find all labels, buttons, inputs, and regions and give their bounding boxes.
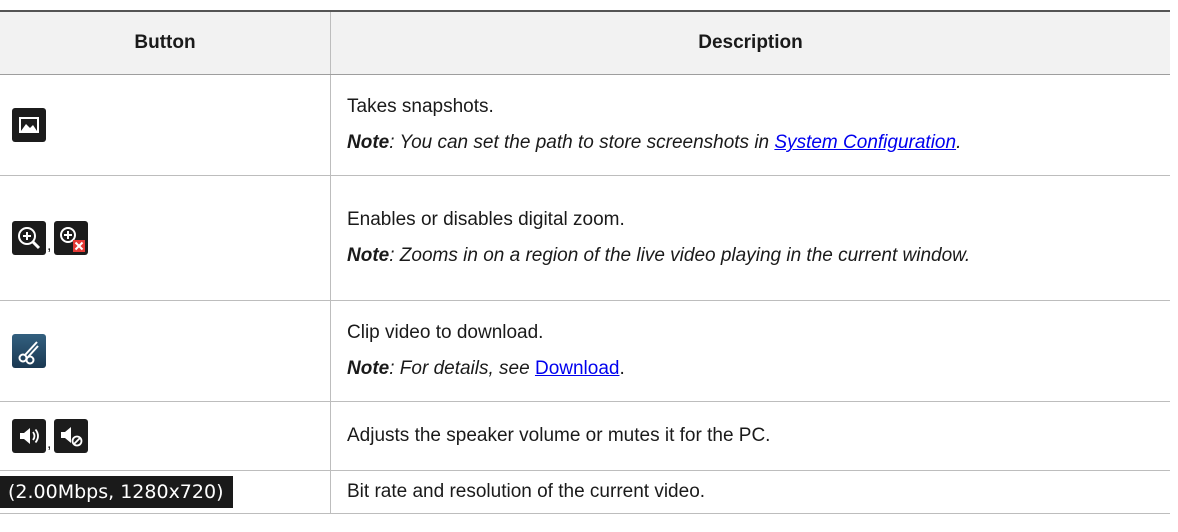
- download-link[interactable]: Download: [535, 358, 620, 379]
- description-text: Clip video to download.: [347, 322, 544, 343]
- table-row: (2.00Mbps, 1280x720) Bit rate and resolu…: [0, 470, 1170, 514]
- description-cell: Bit rate and resolution of the current v…: [330, 470, 1170, 514]
- button-cell: ,: [0, 175, 331, 301]
- system-configuration-link[interactable]: System Configuration: [774, 132, 956, 153]
- description-text: Enables or disables digital zoom.: [347, 209, 625, 230]
- speaker-muted-icon: [54, 419, 89, 453]
- snapshot-icon: [12, 108, 46, 142]
- bitrate-resolution-display: (2.00Mbps, 1280x720): [0, 476, 233, 508]
- description-cell: Enables or disables digital zoom. Note: …: [330, 175, 1170, 301]
- note-tail: .: [956, 132, 962, 153]
- icon-separator: ,: [47, 435, 52, 452]
- description-cell: Takes snapshots. Note: You can set the p…: [330, 74, 1170, 176]
- note-label: Note: [347, 132, 390, 153]
- table-row: Takes snapshots. Note: You can set the p…: [0, 74, 1170, 176]
- button-cell: [0, 74, 331, 176]
- note-tail: .: [619, 358, 625, 379]
- note-text: : You can set the path to store screensh…: [389, 132, 775, 153]
- icon-separator: ,: [47, 237, 52, 254]
- note: Note: You can set the path to store scre…: [347, 131, 1162, 155]
- header-description: Description: [330, 10, 1170, 75]
- note: Note: For details, see Download.: [347, 357, 1162, 381]
- clip-video-icon: [12, 334, 46, 368]
- button-description-table: Button Description Takes snapshots. Note…: [0, 10, 1170, 514]
- zoom-in-icon: [12, 221, 46, 255]
- note-text: : For details, see: [389, 358, 535, 379]
- note-label: Note: [347, 358, 390, 379]
- speaker-icon: [12, 419, 46, 453]
- button-cell: (2.00Mbps, 1280x720): [0, 470, 331, 514]
- description-text: Takes snapshots.: [347, 96, 494, 117]
- zoom-disable-icon: [54, 221, 89, 255]
- table-row: Clip video to download. Note: For detail…: [0, 300, 1170, 402]
- note-text: : Zooms in on a region of the live video…: [389, 245, 971, 266]
- table-row: , Adjusts the speaker volume or mutes it…: [0, 401, 1170, 471]
- header-button: Button: [0, 10, 331, 75]
- button-cell: ,: [0, 401, 331, 471]
- note-label: Note: [347, 245, 390, 266]
- description-cell: Adjusts the speaker volume or mutes it f…: [330, 401, 1170, 471]
- description-text: Bit rate and resolution of the current v…: [347, 481, 706, 502]
- note: Note: Zooms in on a region of the live v…: [347, 244, 1162, 268]
- table-header-row: Button Description: [0, 10, 1170, 75]
- description-text: Adjusts the speaker volume or mutes it f…: [347, 425, 771, 446]
- description-cell: Clip video to download. Note: For detail…: [330, 300, 1170, 402]
- table-row: , Enables or disables digital zoom. Note…: [0, 175, 1170, 301]
- button-cell: [0, 300, 331, 402]
